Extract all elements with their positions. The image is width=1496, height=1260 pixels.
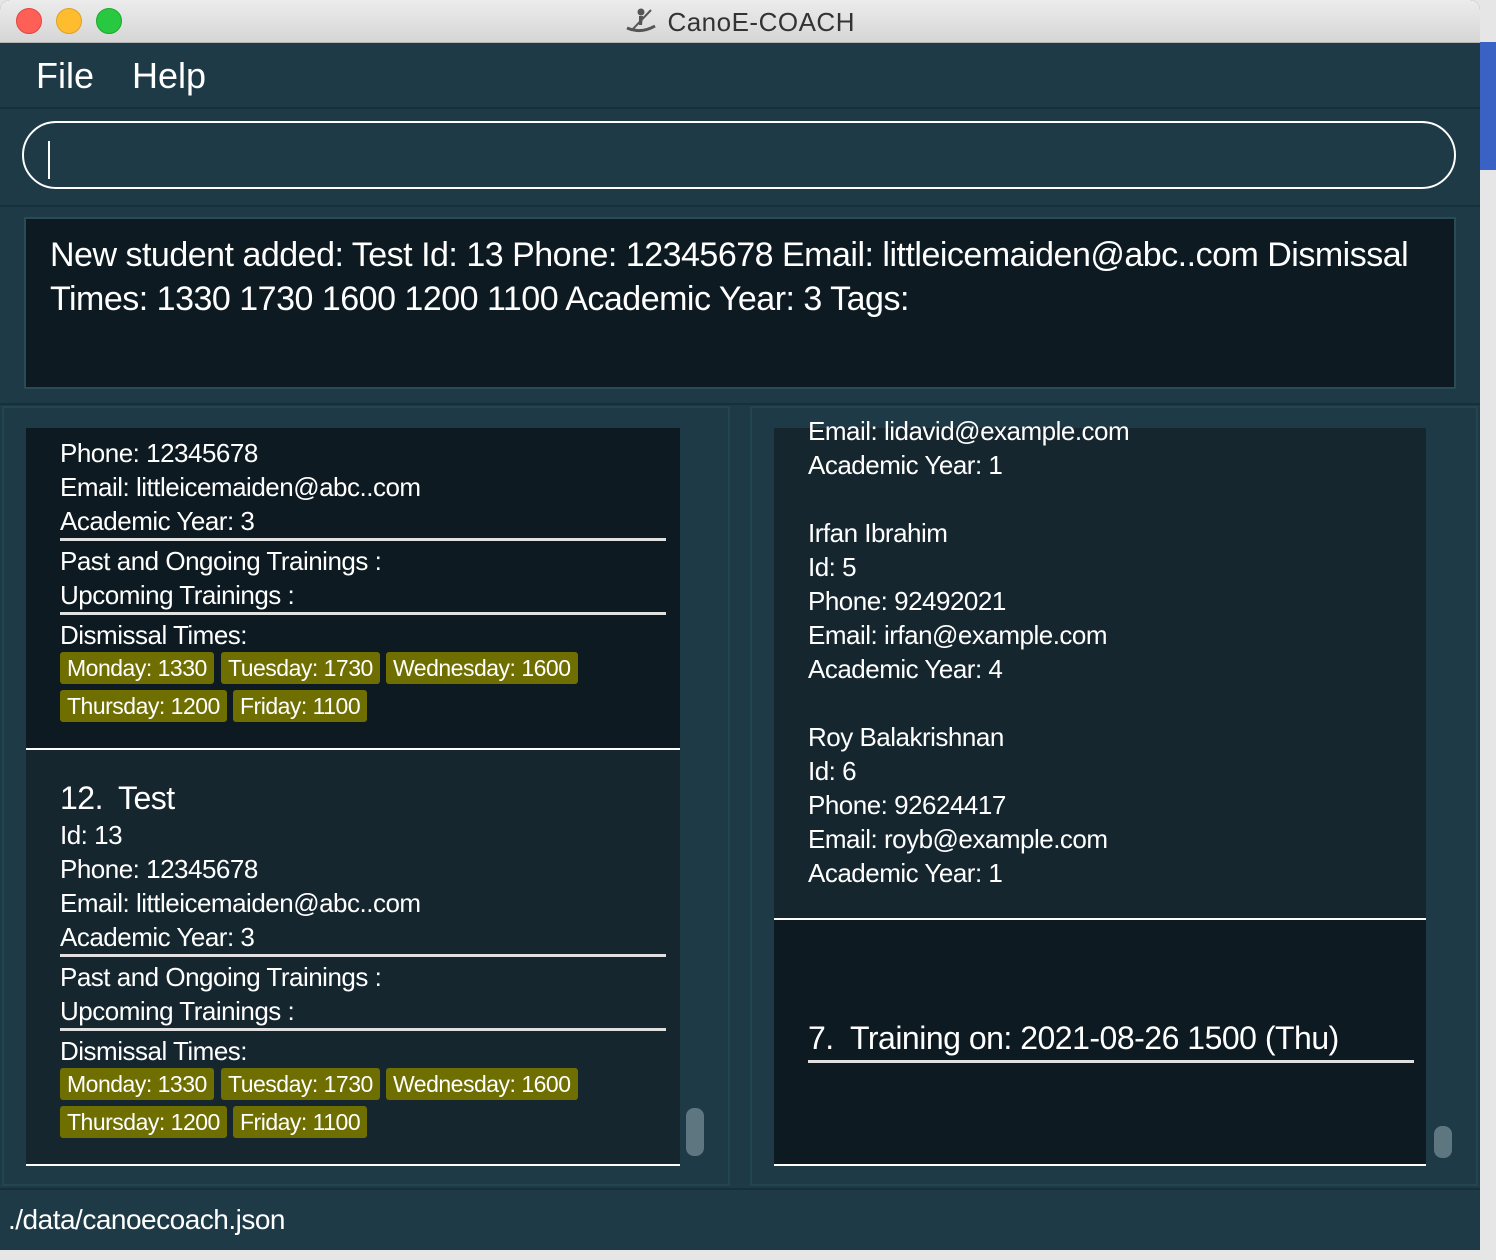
- upcoming-trainings-label: Upcoming Trainings :: [60, 996, 295, 1026]
- training-label: Training on: 2021-08-26 1500 (Thu): [850, 1020, 1339, 1056]
- attendee-name: Roy Balakrishnan: [808, 722, 1004, 752]
- app-window: CanoE-COACH File Help New student added:…: [0, 0, 1480, 1250]
- attendee-email: Email: irfan@example.com: [808, 620, 1108, 650]
- status-bar: ./data/canoecoach.json: [0, 1188, 1480, 1250]
- attendee-email: Email: lidavid@example.com: [808, 416, 1130, 446]
- data-file-path: ./data/canoecoach.json: [8, 1204, 285, 1235]
- title-bar: CanoE-COACH: [0, 0, 1480, 43]
- background-window-edge: [1480, 42, 1496, 170]
- student-year: Academic Year: 3: [60, 506, 255, 536]
- student-phone: Phone: 12345678: [60, 438, 258, 468]
- separator: [60, 954, 666, 957]
- training-card[interactable]: 7. Training on: 2021-08-26 1500 (Thu): [774, 920, 1426, 1164]
- command-area: [0, 109, 1480, 207]
- dismissal-tag: Wednesday: 1600: [386, 652, 578, 684]
- separator: [60, 1028, 666, 1031]
- dismissal-tag: Thursday: 1200: [60, 1106, 227, 1138]
- student-email: Email: littleicemaiden@abc..com: [60, 472, 421, 502]
- dismissal-tag: Friday: 1100: [233, 1106, 368, 1138]
- dismissal-tag: Tuesday: 1730: [221, 652, 380, 684]
- dismissal-times-label: Dismissal Times:: [60, 1036, 248, 1066]
- card-divider: [774, 1164, 1426, 1166]
- training-index: 7.: [808, 1020, 834, 1056]
- student-name: Test: [118, 780, 175, 816]
- window-title: CanoE-COACH: [667, 7, 855, 37]
- student-phone: Phone: 12345678: [60, 854, 258, 884]
- dismissal-tag: Wednesday: 1600: [386, 1068, 578, 1100]
- separator: [60, 612, 666, 615]
- separator: [60, 538, 666, 541]
- student-list-scrollbar[interactable]: [686, 1108, 704, 1156]
- student-year: Academic Year: 3: [60, 922, 255, 952]
- student-id: Id: 13: [60, 820, 123, 850]
- result-area: New student added: Test Id: 13 Phone: 12…: [0, 207, 1480, 405]
- training-list-scrollbar[interactable]: [1434, 1126, 1452, 1158]
- attendee-phone: Phone: 92624417: [808, 790, 1006, 820]
- training-list-panel[interactable]: Email: lidavid@example.com Academic Year…: [750, 406, 1478, 1186]
- student-email: Email: littleicemaiden@abc..com: [60, 888, 421, 918]
- upcoming-trainings-label: Upcoming Trainings :: [60, 580, 295, 610]
- attendee-phone: Phone: 92492021: [808, 586, 1006, 616]
- card-divider: [26, 1164, 680, 1166]
- attendee-id: Id: 6: [808, 756, 857, 786]
- dismissal-tag: Monday: 1330: [60, 652, 214, 684]
- attendee-id: Id: 5: [808, 552, 857, 582]
- student-list-panel[interactable]: Phone: 12345678 Email: littleicemaiden@a…: [2, 406, 730, 1186]
- command-input[interactable]: [22, 121, 1456, 189]
- file-menu[interactable]: File: [36, 55, 94, 97]
- past-trainings-label: Past and Ongoing Trainings :: [60, 962, 382, 992]
- menu-bar: File Help: [0, 43, 1480, 109]
- dismissal-tag: Thursday: 1200: [60, 690, 227, 722]
- dismissal-tag: Tuesday: 1730: [221, 1068, 380, 1100]
- help-menu[interactable]: Help: [132, 55, 206, 97]
- student-card-partial[interactable]: Phone: 12345678 Email: littleicemaiden@a…: [26, 428, 680, 748]
- dismissal-times-label: Dismissal Times:: [60, 620, 248, 650]
- dismissal-tag: Friday: 1100: [233, 690, 368, 722]
- dismissal-tag: Monday: 1330: [60, 1068, 214, 1100]
- separator: [808, 1060, 1414, 1063]
- canoe-icon: [625, 6, 657, 39]
- attendee-name: Irfan Ibrahim: [808, 518, 948, 548]
- attendee-year: Academic Year: 4: [808, 654, 1003, 684]
- student-card[interactable]: 12. Test Id: 13 Phone: 12345678 Email: l…: [26, 750, 680, 1164]
- training-card-partial[interactable]: Email: lidavid@example.com Academic Year…: [774, 416, 1426, 918]
- attendee-year: Academic Year: 1: [808, 450, 1003, 480]
- text-caret: [48, 141, 50, 179]
- attendee-year: Academic Year: 1: [808, 858, 1003, 888]
- past-trainings-label: Past and Ongoing Trainings :: [60, 546, 382, 576]
- result-display: New student added: Test Id: 13 Phone: 12…: [24, 217, 1456, 389]
- student-index: 12.: [60, 780, 103, 816]
- attendee-email: Email: royb@example.com: [808, 824, 1108, 854]
